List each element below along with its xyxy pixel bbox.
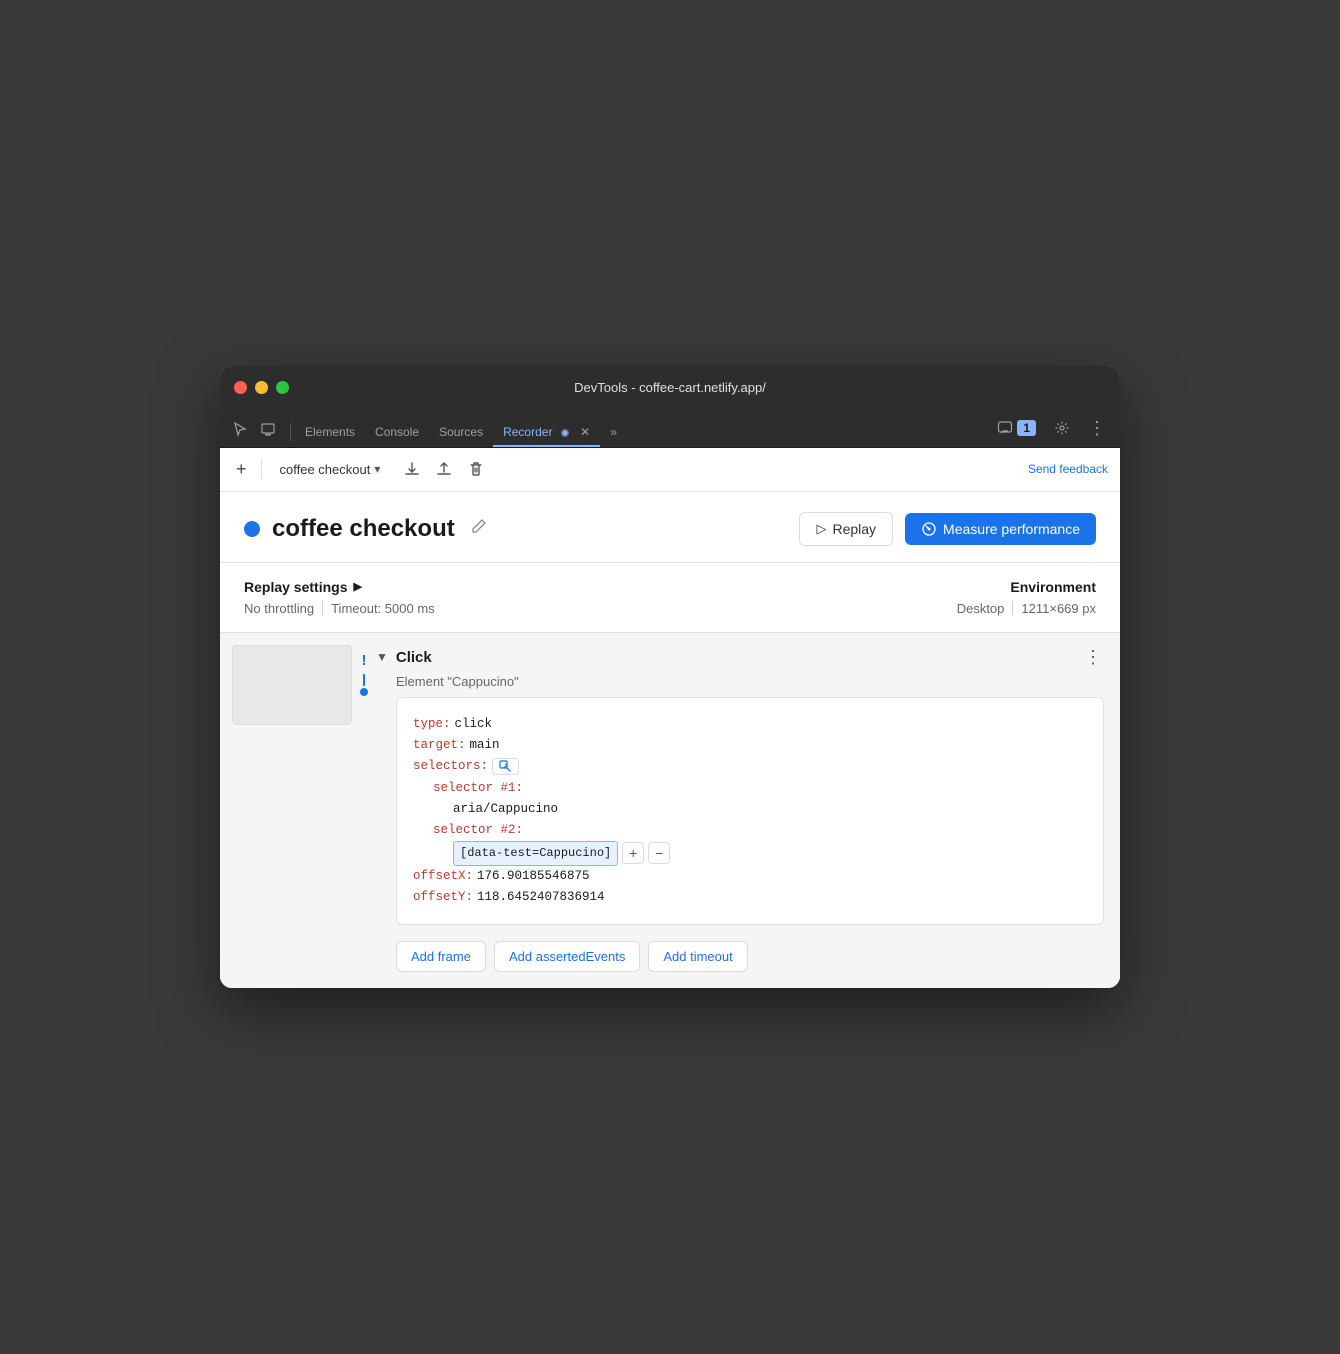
recording-dropdown[interactable]: coffee checkout ▾ xyxy=(272,458,392,481)
step-type-label: Click xyxy=(396,649,432,666)
step-dot xyxy=(360,688,368,696)
step-warn-icon: ! xyxy=(362,653,367,668)
more-options-icon[interactable]: ⋮ xyxy=(1082,416,1112,441)
recorder-toolbar: + coffee checkout ▾ Send feedback xyxy=(220,448,1120,492)
settings-icon[interactable] xyxy=(1048,418,1076,438)
code-line-selector1: selector #1: xyxy=(433,778,1087,799)
maximize-button[interactable] xyxy=(276,381,289,394)
replay-icon: ▷ xyxy=(816,521,826,537)
devtools-icons-left xyxy=(228,419,280,447)
export-button[interactable] xyxy=(400,457,424,481)
replay-settings-subtitle: No throttling Timeout: 5000 ms xyxy=(244,601,435,616)
step-thumbnail xyxy=(232,645,352,725)
tab-more[interactable]: » xyxy=(600,419,627,447)
step-item: ! ▼ Click ⋮ Element "Cappucino" xyxy=(220,645,1120,976)
tab-divider xyxy=(290,423,291,441)
replay-settings-left: Replay settings ▶ No throttling Timeout:… xyxy=(244,579,435,616)
recorder-close-icon[interactable]: ✕ xyxy=(580,425,590,439)
badge-count: 1 xyxy=(1017,420,1036,436)
replay-button[interactable]: ▷ Replay xyxy=(799,512,893,546)
selector-remove-button[interactable]: − xyxy=(648,842,670,864)
selector2-value: [data-test=Cappucino] xyxy=(453,841,618,865)
code-line-target: target: main xyxy=(413,735,1087,756)
tab-recorder[interactable]: Recorder ✕ xyxy=(493,419,600,447)
close-button[interactable] xyxy=(234,381,247,394)
code-line-selector2: selector #2: xyxy=(433,820,1087,841)
replay-settings-title[interactable]: Replay settings ▶ xyxy=(244,579,435,595)
cursor-icon[interactable] xyxy=(228,419,252,441)
selector-add-button[interactable]: + xyxy=(622,842,644,864)
code-block: type: click target: main selectors: xyxy=(396,697,1104,925)
code-line-selector1-val: aria/Cappucino xyxy=(453,799,1087,820)
minimize-button[interactable] xyxy=(255,381,268,394)
edit-title-icon[interactable] xyxy=(467,514,491,543)
code-line-offsetx: offsetX: 176.90185546875 xyxy=(413,866,1087,887)
environment-title: Environment xyxy=(957,579,1096,595)
environment-section: Environment Desktop 1211×669 px xyxy=(957,579,1096,616)
add-recording-button[interactable]: + xyxy=(232,455,251,484)
dropdown-arrow-icon: ▾ xyxy=(374,462,380,476)
step-element-label: Element "Cappucino" xyxy=(376,674,1108,689)
measure-performance-button[interactable]: Measure performance xyxy=(905,513,1096,545)
send-feedback-link[interactable]: Send feedback xyxy=(1028,462,1108,476)
code-line-offsety: offsetY: 118.6452407836914 xyxy=(413,887,1087,908)
title-bar: DevTools - coffee-cart.netlify.app/ xyxy=(220,366,1120,410)
code-line-type: type: click xyxy=(413,714,1087,735)
tab-elements[interactable]: Elements xyxy=(295,419,365,447)
add-frame-button[interactable]: Add frame xyxy=(396,941,486,972)
chat-badge-btn[interactable]: 1 xyxy=(991,418,1042,438)
main-content: coffee checkout ▷ Replay Measure perform… xyxy=(220,492,1120,988)
code-line-selector2-val: [data-test=Cappucino] + − xyxy=(453,841,1087,865)
selector-picker-button[interactable] xyxy=(492,758,519,775)
add-asserted-events-button[interactable]: Add assertedEvents xyxy=(494,941,640,972)
import-button[interactable] xyxy=(432,457,456,481)
window-title: DevTools - coffee-cart.netlify.app/ xyxy=(574,380,766,395)
tab-console[interactable]: Console xyxy=(365,419,429,447)
delete-button[interactable] xyxy=(464,457,488,481)
toolbar-divider xyxy=(261,459,262,479)
step-connector: ! xyxy=(360,645,368,696)
traffic-lights xyxy=(234,381,289,394)
tab-sources[interactable]: Sources xyxy=(429,419,493,447)
device-icon[interactable] xyxy=(256,419,280,441)
recording-title: coffee checkout xyxy=(272,515,455,543)
recording-status-dot xyxy=(244,521,260,537)
env-divider xyxy=(1012,601,1013,615)
devtools-right-controls: 1 ⋮ xyxy=(991,416,1112,447)
settings-divider xyxy=(322,601,323,615)
step-actions: Add frame Add assertedEvents Add timeout xyxy=(376,933,1108,976)
settings-arrow-icon: ▶ xyxy=(353,580,361,593)
step-header[interactable]: ▼ Click ⋮ xyxy=(376,645,1108,670)
devtools-tabs-bar: Elements Console Sources Recorder ✕ » 1 xyxy=(220,410,1120,448)
step-more-button[interactable]: ⋮ xyxy=(1078,645,1108,670)
steps-section: ! ▼ Click ⋮ Element "Cappucino" xyxy=(220,633,1120,988)
add-timeout-button[interactable]: Add timeout xyxy=(648,941,747,972)
environment-subtitle: Desktop 1211×669 px xyxy=(957,601,1096,616)
recording-header: coffee checkout ▷ Replay Measure perform… xyxy=(220,492,1120,563)
devtools-window: DevTools - coffee-cart.netlify.app/ Elem… xyxy=(220,366,1120,988)
settings-section: Replay settings ▶ No throttling Timeout:… xyxy=(220,563,1120,633)
step-connector-line xyxy=(363,674,365,686)
step-content: ▼ Click ⋮ Element "Cappucino" type: clic… xyxy=(376,645,1108,976)
step-expand-icon: ▼ xyxy=(376,650,388,664)
code-line-selectors: selectors: xyxy=(413,756,1087,777)
